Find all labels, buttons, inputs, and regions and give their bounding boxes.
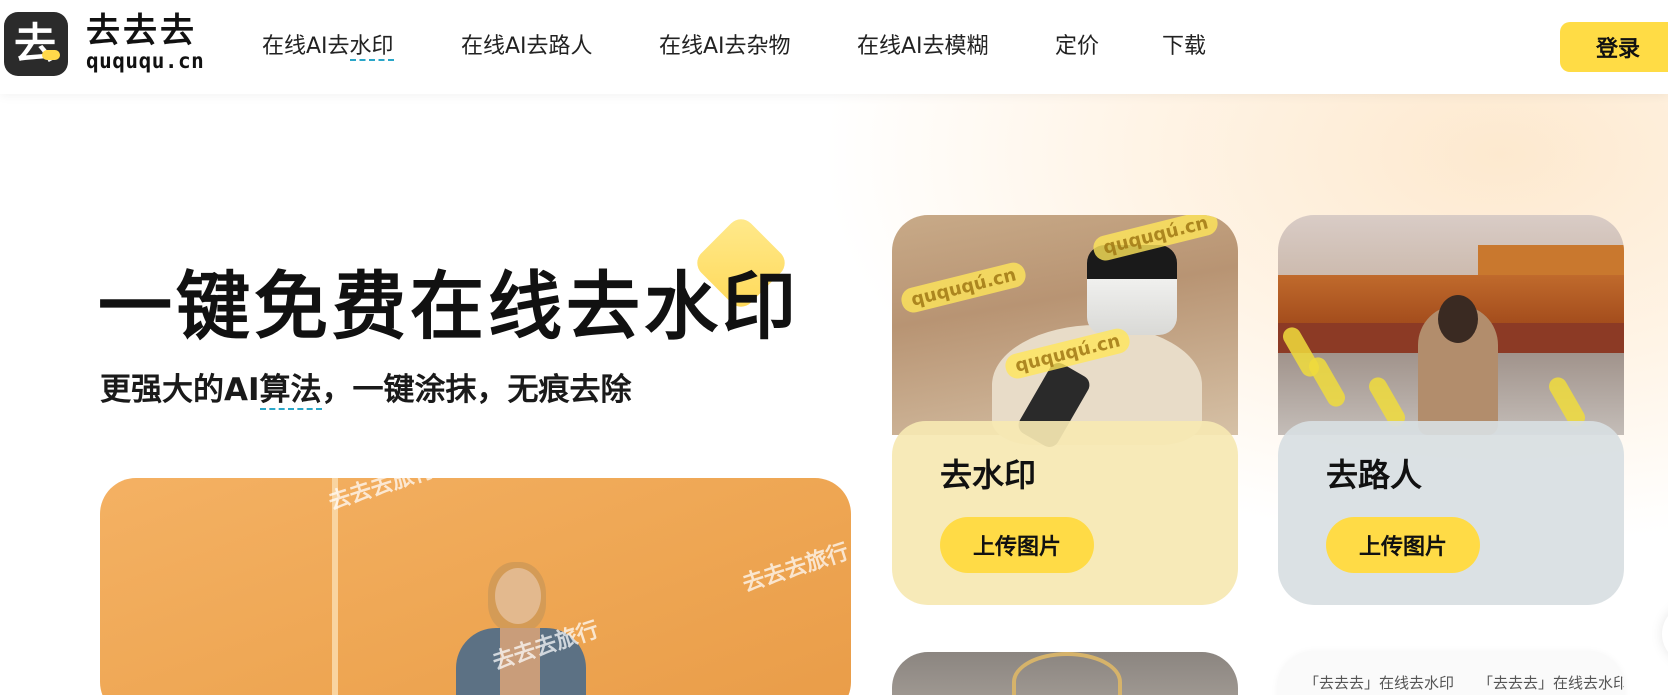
- top-header: 去 去去去 quququ.cn 在线AI去水印 在线AI去路人 在线AI去杂物 …: [0, 0, 1668, 94]
- hero-subtitle-algo: 算法: [259, 372, 322, 410]
- nav-item-pricing[interactable]: 定价: [1055, 30, 1099, 64]
- brand-name[interactable]: 去去去: [86, 12, 197, 50]
- hero-subtitle-pre: 更强大的AI: [100, 372, 260, 408]
- tool-card-preview-partial[interactable]: 「去去去」在线去水印 「去去去」在线去水印: [1278, 652, 1624, 695]
- tool-card-panel: [892, 421, 1238, 605]
- nav-item-watermark[interactable]: 在线AI去水印: [262, 30, 394, 64]
- photo-roof: [1478, 245, 1624, 279]
- logo-accent-dot: [42, 50, 60, 60]
- demo-watermark: 去去去旅行: [325, 478, 438, 516]
- preview-snippet: 「去去去」在线去水印: [1478, 674, 1624, 692]
- photo-woman-head: [1438, 295, 1478, 343]
- nav-item-label-pre: 在线AI去: [262, 34, 350, 59]
- demo-watermark: 去去去旅行: [739, 539, 851, 598]
- tool-card-photo: ququqú.cn ququqú.cn ququqú.cn: [892, 215, 1238, 451]
- hero-title: 一键免费在线去水印: [98, 264, 800, 350]
- tool-card-title: 去水印: [940, 456, 1037, 494]
- tool-card-photo: [1278, 215, 1624, 435]
- tool-card-clutter-partial[interactable]: [892, 652, 1238, 695]
- nav-item-label: 在线AI去模糊: [857, 34, 989, 59]
- tool-card-panel: [1278, 421, 1624, 605]
- nav-item-label: 定价: [1055, 34, 1100, 59]
- preview-snippet: 「去去去」在线去水印: [1304, 674, 1455, 692]
- hero-subtitle: 更强大的AI算法，一键涂抹，无痕去除: [100, 370, 632, 410]
- nav-item-download[interactable]: 下载: [1162, 30, 1206, 64]
- nav-item-passerby[interactable]: 在线AI去路人: [461, 30, 593, 64]
- login-button[interactable]: 登录: [1560, 22, 1668, 72]
- demo-person-head: [495, 568, 541, 624]
- logo-icon[interactable]: 去: [4, 12, 68, 76]
- photo-watermark: ququqú.cn: [898, 259, 1029, 316]
- tool-card-title: 去路人: [1326, 456, 1423, 494]
- photo-mirror: [1012, 652, 1122, 695]
- nav-item-label: 在线AI去路人: [461, 34, 593, 59]
- nav-item-label: 在线AI去水印: [262, 34, 394, 61]
- nav-item-deblur[interactable]: 在线AI去模糊: [857, 30, 989, 64]
- logo-glyph: 去: [14, 19, 57, 68]
- nav-item-label: 在线AI去杂物: [659, 34, 791, 59]
- upload-image-button[interactable]: 上传图片: [940, 517, 1094, 573]
- demo-image[interactable]: 去去去旅行 去去去旅行 去去去旅行: [100, 478, 851, 695]
- nav-item-clutter[interactable]: 在线AI去杂物: [659, 30, 791, 64]
- hero-subtitle-post: ，一键涂抹，无痕去除: [321, 372, 632, 408]
- brush-stroke: [1305, 354, 1349, 410]
- tool-card-watermark[interactable]: ququqú.cn ququqú.cn ququqú.cn 去水印 上传图片: [892, 215, 1238, 605]
- brand-domain[interactable]: quququ.cn: [86, 49, 204, 73]
- nav-item-label-underlined: 水印: [349, 34, 394, 61]
- nav-item-label: 下载: [1162, 34, 1207, 59]
- upload-image-button[interactable]: 上传图片: [1326, 517, 1480, 573]
- tool-card-passerby[interactable]: 去路人 上传图片: [1278, 215, 1624, 605]
